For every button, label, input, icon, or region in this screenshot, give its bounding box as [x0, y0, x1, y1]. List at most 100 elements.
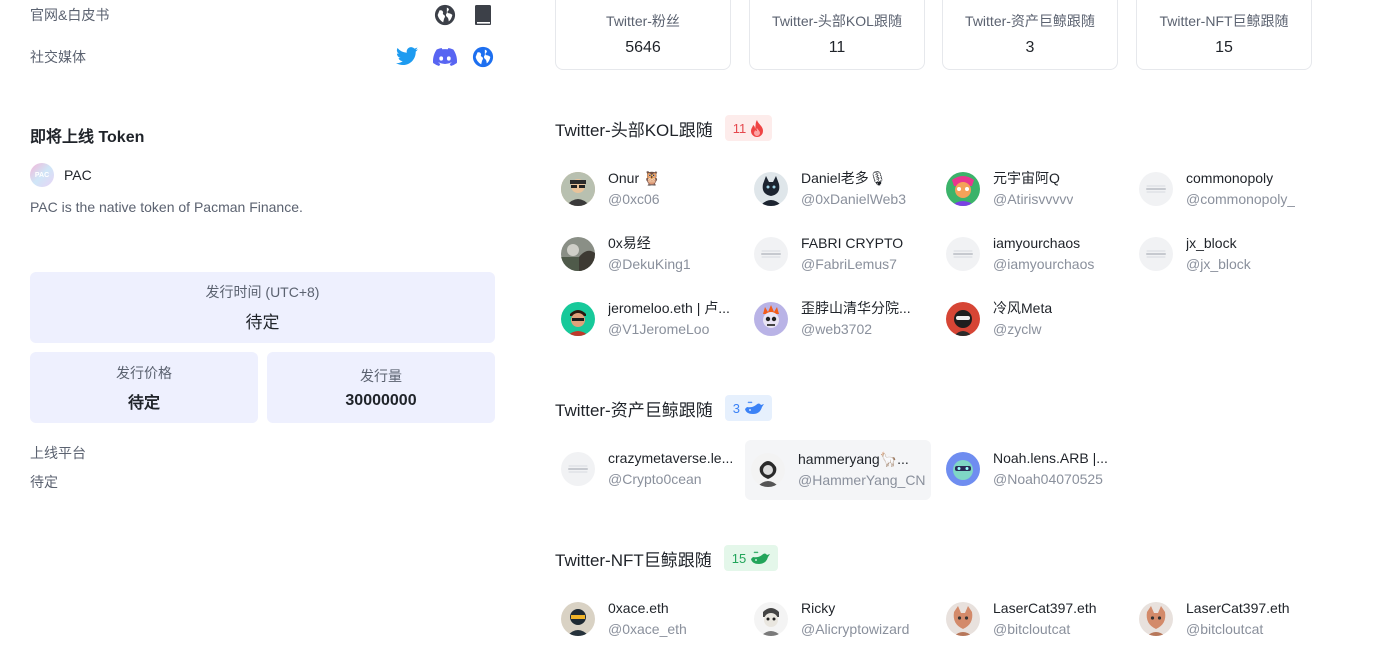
website-row: 官网&白皮书 — [30, 0, 495, 30]
kol-follower[interactable]: FABRI CRYPTO @FabriLemus7 — [748, 224, 934, 284]
stat-value: 3 — [1025, 39, 1035, 56]
avatar — [561, 172, 595, 206]
follower-handle: @HammerYang_CN — [798, 472, 926, 488]
follower-handle: @FabriLemus7 — [801, 256, 897, 272]
avatar — [754, 172, 788, 206]
kol-title: Twitter-头部KOL跟随 — [555, 120, 713, 140]
kol-follower[interactable]: 冷风Meta @zyclw — [940, 289, 1126, 349]
follower-handle: @iamyourchaos — [993, 256, 1095, 272]
issue-time-label: 发行时间 (UTC+8) — [205, 284, 320, 300]
stat-label: Twitter-粉丝 — [606, 13, 680, 29]
website-globe-icon[interactable] — [471, 45, 495, 69]
follower-name: Noah.lens.ARB |... — [993, 450, 1108, 466]
token-description: PAC is the native token of Pacman Financ… — [30, 199, 303, 215]
nft-follower[interactable]: LaserCat397.eth @bitcloutcat — [940, 589, 1126, 649]
whale-follower[interactable]: Noah.lens.ARB |... @Noah04070525 — [940, 439, 1126, 499]
issue-time-box: 发行时间 (UTC+8) 待定 — [30, 272, 495, 343]
issue-amount-box: 发行量 30000000 — [267, 352, 495, 423]
discord-icon[interactable] — [433, 45, 457, 69]
follower-name: LaserCat397.eth — [1186, 600, 1290, 616]
fire-icon — [751, 119, 764, 137]
follower-handle: @Atirisvvvvv — [993, 191, 1074, 207]
globe-icon[interactable] — [433, 3, 457, 27]
follower-handle: @bitcloutcat — [1186, 621, 1264, 637]
follower-name: Daniel老多🎙 — [801, 170, 887, 186]
issue-price-label: 发行价格 — [116, 364, 172, 381]
stat-label: Twitter-NFT巨鲸跟随 — [1159, 13, 1289, 29]
kol-follower[interactable]: 歪脖山清华分院... @web3702 — [748, 289, 934, 349]
platform-label: 上线平台 — [30, 445, 86, 461]
avatar — [754, 302, 788, 336]
project-detail-page: 官网&白皮书 社交媒体 即将上线 Token PAC PAC PAC is th… — [0, 0, 1396, 656]
whale-section-title: Twitter-资产巨鲸跟随 3 — [555, 395, 772, 421]
follower-name: jeromeloo.eth | 卢... — [608, 300, 730, 316]
follower-name: LaserCat397.eth — [993, 600, 1097, 616]
whale-follower[interactable]: hammeryang🦙... @HammerYang_CN — [745, 440, 931, 500]
website-label: 官网&白皮书 — [30, 7, 110, 23]
stat-card-asset-whale: Twitter-资产巨鲸跟随 3 — [942, 0, 1118, 70]
avatar — [1139, 172, 1173, 206]
whale-count-badge: 3 — [724, 395, 772, 421]
issue-amount-label: 发行量 — [360, 367, 402, 384]
stat-card-followers: Twitter-粉丝 5646 — [555, 0, 731, 70]
nft-follower[interactable]: 0xace.eth @0xace_eth — [555, 589, 741, 649]
social-row: 社交媒体 — [30, 42, 495, 72]
stat-label: Twitter-资产巨鲸跟随 — [965, 13, 1095, 29]
stat-value: 11 — [828, 39, 846, 56]
kol-follower[interactable]: 0x易经 @DekuKing1 — [555, 224, 741, 284]
book-icon[interactable] — [471, 3, 495, 27]
kol-follower[interactable]: 元宇宙阿Q @Atirisvvvvv — [940, 159, 1126, 219]
token-symbol: PAC — [64, 167, 92, 183]
whale-title: Twitter-资产巨鲸跟随 — [555, 400, 713, 420]
follower-handle: @V1JeromeLoo — [608, 321, 710, 337]
stat-card-kol: Twitter-头部KOL跟随 11 — [749, 0, 925, 70]
avatar — [561, 602, 595, 636]
avatar — [1139, 237, 1173, 271]
follower-name: 歪脖山清华分院... — [801, 300, 911, 316]
token-row[interactable]: PAC PAC — [30, 163, 92, 187]
stat-value: 15 — [1215, 39, 1233, 56]
follower-handle: @0xDanielWeb3 — [801, 191, 907, 207]
avatar — [946, 172, 980, 206]
platform-value: 待定 — [30, 474, 58, 490]
follower-handle: @web3702 — [801, 321, 873, 337]
kol-follower[interactable]: Onur 🦉 @0xc06 — [555, 159, 741, 219]
avatar — [561, 237, 595, 271]
nft-follower[interactable]: LaserCat397.eth @bitcloutcat — [1133, 589, 1319, 649]
kol-follower[interactable]: commonopoly @commonopoly_ — [1133, 159, 1319, 219]
follower-handle: @bitcloutcat — [993, 621, 1071, 637]
follower-name: Ricky — [801, 600, 836, 616]
token-logo: PAC — [30, 163, 54, 187]
follower-name: crazymetaverse.le... — [608, 450, 734, 466]
kol-follower[interactable]: jeromeloo.eth | 卢... @V1JeromeLoo — [555, 289, 741, 349]
follower-name: iamyourchaos — [993, 235, 1081, 251]
follower-handle: @commonopoly_ — [1186, 191, 1296, 207]
kol-section-title: Twitter-头部KOL跟随 11 — [555, 115, 773, 141]
avatar — [1139, 602, 1173, 636]
follower-handle: @0xc06 — [608, 191, 660, 207]
stat-label: Twitter-头部KOL跟随 — [772, 13, 902, 29]
follower-handle: @Noah04070525 — [993, 471, 1103, 487]
kol-follower[interactable]: jx_block @jx_block — [1133, 224, 1319, 284]
follower-name: 0x易经 — [608, 235, 651, 251]
nft-count-badge: 15 — [723, 545, 779, 571]
issue-amount-value: 30000000 — [345, 391, 417, 409]
nft-count: 15 — [731, 550, 747, 566]
avatar — [561, 452, 595, 486]
whale-icon — [744, 401, 764, 414]
issue-price-value: 待定 — [127, 394, 160, 412]
kol-count-badge: 11 — [724, 115, 773, 141]
avatar — [751, 453, 785, 487]
follower-handle: @Crypto0cean — [608, 471, 702, 487]
twitter-icon[interactable] — [395, 45, 419, 69]
follower-name: jx_block — [1186, 235, 1237, 251]
kol-follower[interactable]: Daniel老多🎙 @0xDanielWeb3 — [748, 159, 934, 219]
follower-handle: @jx_block — [1186, 256, 1251, 272]
kol-follower[interactable]: iamyourchaos @iamyourchaos — [940, 224, 1126, 284]
follower-name: commonopoly — [1186, 170, 1274, 186]
nft-follower[interactable]: Ricky @Alicryptowizard — [748, 589, 934, 649]
nft-section-title: Twitter-NFT巨鲸跟随 15 — [555, 545, 779, 571]
issue-time-value: 待定 — [245, 313, 280, 332]
whale-follower[interactable]: crazymetaverse.le... @Crypto0cean — [555, 439, 741, 499]
follower-handle: @0xace_eth — [608, 621, 687, 637]
